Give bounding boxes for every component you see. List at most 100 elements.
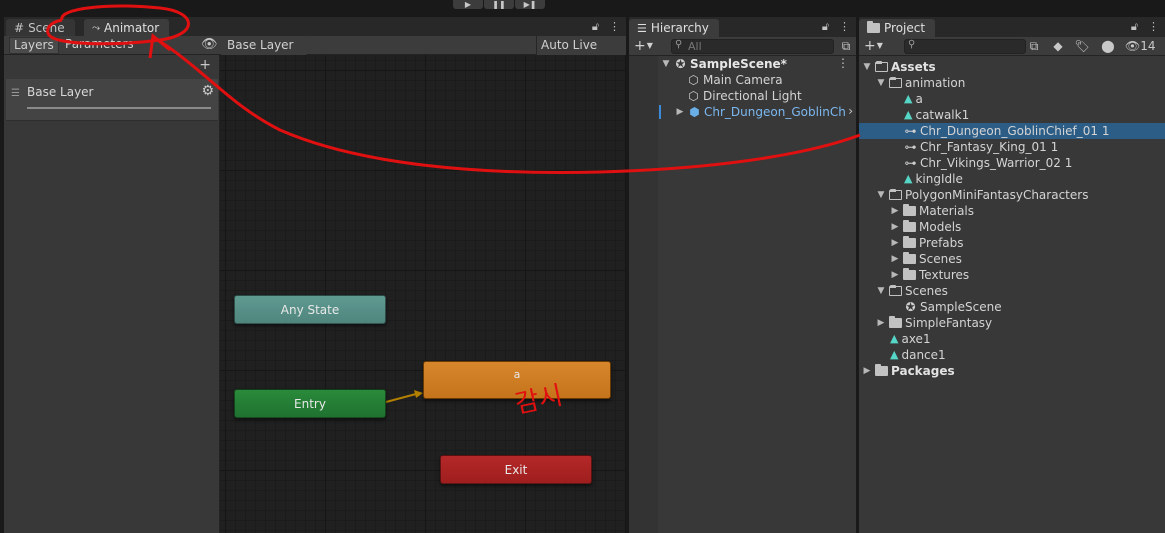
- project-search-input[interactable]: ⚲: [904, 39, 1026, 54]
- arrowhead-icon: [414, 390, 423, 398]
- expand-down-icon[interactable]: ▼: [661, 56, 671, 72]
- filter-by-type-icon[interactable]: ◆: [1049, 38, 1067, 55]
- eye-icon[interactable]: 👁︎: [201, 37, 218, 52]
- folder-icon: [903, 268, 916, 280]
- gear-icon[interactable]: ⚙: [201, 83, 214, 99]
- asset-kingidle[interactable]: ▲ kingIdle: [904, 171, 963, 187]
- folder-models[interactable]: ▶ Models: [890, 219, 961, 235]
- hierarchy-item-main-camera[interactable]: ⬡ Main Camera: [687, 72, 782, 88]
- layer-row-base[interactable]: ☰ Base Layer ⚙: [6, 79, 218, 121]
- lock-icon[interactable]: 🔓︎: [1131, 20, 1138, 34]
- pause-button[interactable]: ❚❚: [484, 0, 514, 9]
- hierarchy-panel: ☰ Hierarchy 🔓︎ ⋮ +▼ ⚲ All ⧉ ▼ ✪ SampleSc…: [629, 17, 856, 533]
- entry-transition-line[interactable]: [385, 393, 417, 403]
- add-layer-icon[interactable]: +: [199, 57, 211, 73]
- layers-tab-button[interactable]: Layers: [9, 37, 59, 54]
- lock-icon[interactable]: 🔓︎: [592, 20, 599, 34]
- play-button[interactable]: ▶: [453, 0, 483, 9]
- tab-project[interactable]: Project: [859, 19, 936, 37]
- drag-handle-icon[interactable]: ☰: [11, 88, 20, 99]
- expand-right-icon[interactable]: ▶: [890, 267, 900, 283]
- layer-weight-slider[interactable]: [27, 107, 211, 109]
- asset-vikings-controller[interactable]: ⊶ Chr_Vikings_Warrior_02 1: [904, 155, 1073, 171]
- folder-label: animation: [905, 76, 966, 90]
- animation-clip-icon: ▲: [890, 332, 899, 345]
- step-button[interactable]: ▶❚: [515, 0, 545, 9]
- expand-down-icon[interactable]: ▼: [876, 283, 886, 299]
- folder-materials[interactable]: ▶ Materials: [890, 203, 974, 219]
- folder-label: Scenes: [905, 284, 948, 298]
- expand-right-icon[interactable]: ▶: [876, 315, 886, 331]
- folder-label: Materials: [919, 204, 975, 218]
- folder-animation[interactable]: ▼ animation: [876, 75, 966, 91]
- expand-right-icon[interactable]: ▶: [890, 251, 900, 267]
- tab-hierarchy[interactable]: ☰ Hierarchy: [629, 19, 719, 37]
- hierarchy-item-directional-light[interactable]: ⬡ Directional Light: [687, 88, 801, 104]
- folder-label: Models: [919, 220, 962, 234]
- tab-animator[interactable]: ⤳ Animator: [84, 19, 170, 37]
- scene-name: SampleScene*: [690, 57, 787, 71]
- folder-icon: [867, 21, 880, 33]
- project-tree: ▼ Assets ▼ animation ▲ a ▲ catwalk1 ⊶ Ch…: [859, 56, 1165, 533]
- search-options-icon[interactable]: ⧉: [1025, 38, 1043, 55]
- top-toolbar: ▶ ❚❚ ▶❚: [0, 0, 1165, 16]
- more-menu-icon[interactable]: ⋮: [609, 20, 620, 34]
- folder-scenes-polygon[interactable]: ▶ Scenes: [890, 251, 962, 267]
- expand-right-icon[interactable]: ▶: [890, 219, 900, 235]
- breadcrumb-base-layer[interactable]: Base Layer: [221, 36, 313, 55]
- search-icon: ⚲: [908, 39, 916, 50]
- create-dropdown[interactable]: +▼: [634, 37, 653, 55]
- asset-king-controller[interactable]: ⊶ Chr_Fantasy_King_01 1: [904, 139, 1059, 155]
- lock-icon[interactable]: 🔓︎: [822, 20, 829, 34]
- create-dropdown[interactable]: +▼: [864, 37, 883, 55]
- expand-down-icon[interactable]: ▼: [862, 59, 872, 75]
- folder-simplefantasy[interactable]: ▶ SimpleFantasy: [876, 315, 992, 331]
- expand-right-icon[interactable]: ▶: [862, 363, 872, 379]
- state-node-a[interactable]: a: [423, 361, 611, 399]
- asset-label: dance1: [901, 348, 946, 362]
- caret-down-icon: ▼: [646, 41, 653, 50]
- open-prefab-chevron-icon[interactable]: ›: [848, 104, 853, 118]
- asset-axe1[interactable]: ▲ axe1: [890, 331, 931, 347]
- folder-polygon[interactable]: ▼ PolygonMiniFantasyCharacters: [876, 187, 1089, 203]
- state-machine-graph[interactable]: Any State Entry a Exit: [220, 55, 626, 533]
- more-menu-icon[interactable]: ⋮: [839, 20, 850, 34]
- parameters-tab-button[interactable]: Parameters: [61, 37, 138, 54]
- asset-goblin-controller-selected[interactable]: ⊶ Chr_Dungeon_GoblinChief_01 1: [859, 123, 1165, 139]
- entry-node[interactable]: Entry: [234, 389, 386, 418]
- folder-packages[interactable]: ▶ Packages: [862, 363, 955, 379]
- exit-node[interactable]: Exit: [440, 455, 592, 484]
- hierarchy-search-input[interactable]: ⚲ All: [671, 39, 834, 54]
- more-menu-icon[interactable]: ⋮: [1148, 20, 1159, 34]
- expand-right-icon[interactable]: ▶: [890, 203, 900, 219]
- folder-label: Textures: [919, 268, 970, 282]
- scene-row[interactable]: ▼ ✪ SampleScene*: [661, 56, 787, 72]
- expand-down-icon[interactable]: ▼: [876, 187, 886, 203]
- alert-icon[interactable]: ⬤: [1099, 38, 1117, 55]
- hierarchy-item-goblin-prefab[interactable]: ▶ ⬢ Chr_Dungeon_GoblinCh: [675, 104, 846, 120]
- expand-right-icon[interactable]: ▶: [675, 104, 685, 120]
- expand-right-icon[interactable]: ▶: [890, 235, 900, 251]
- asset-a[interactable]: ▲ a: [904, 91, 923, 107]
- folder-assets[interactable]: ▼ Assets: [862, 59, 936, 75]
- tab-hierarchy-label: Hierarchy: [650, 21, 709, 35]
- folder-open-icon: [889, 189, 902, 200]
- hidden-packages-toggle[interactable]: 👁︎14: [1125, 38, 1165, 55]
- folder-scenes[interactable]: ▼ Scenes: [876, 283, 948, 299]
- any-state-node[interactable]: Any State: [234, 295, 386, 324]
- folder-icon: [903, 220, 916, 232]
- asset-label: a: [915, 92, 923, 106]
- eye-slash-icon: 👁︎: [1125, 39, 1141, 53]
- folder-textures[interactable]: ▶ Textures: [890, 267, 969, 283]
- filter-by-label-icon[interactable]: 🏷︎: [1073, 38, 1091, 55]
- auto-live-link-toggle[interactable]: Auto Live Link: [536, 36, 626, 70]
- asset-catwalk1[interactable]: ▲ catwalk1: [904, 107, 969, 123]
- gameobject-cube-icon: ⬡: [688, 89, 699, 103]
- folder-prefabs[interactable]: ▶ Prefabs: [890, 235, 964, 251]
- expand-down-icon[interactable]: ▼: [876, 75, 886, 91]
- scene-more-icon[interactable]: ⋮: [837, 56, 849, 70]
- tab-scene[interactable]: # Scene: [6, 19, 75, 37]
- asset-dance1[interactable]: ▲ dance1: [890, 347, 946, 363]
- asset-samplescene[interactable]: ✪ SampleScene: [904, 299, 1001, 315]
- search-options-icon[interactable]: ⧉: [837, 38, 855, 55]
